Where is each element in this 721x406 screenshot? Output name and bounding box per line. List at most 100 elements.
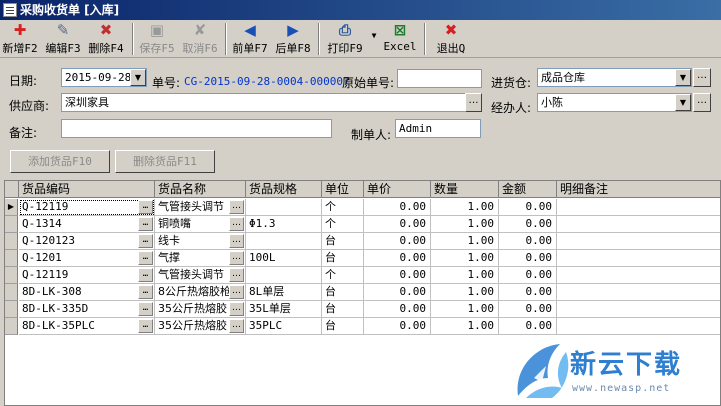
new-button[interactable]: ✚ 新增F2	[0, 21, 40, 57]
cell-qty[interactable]: 1.00	[431, 199, 499, 216]
cell-spec[interactable]	[246, 199, 322, 216]
cell-price[interactable]: 0.00	[364, 284, 431, 301]
cell-unit[interactable]: 个	[322, 267, 364, 284]
cell-spec[interactable]	[246, 267, 322, 284]
cell-note[interactable]	[557, 301, 720, 318]
cell-qty[interactable]: 1.00	[431, 301, 499, 318]
table-row[interactable]: Q-1314… 铜喷嘴… Φ1.3 个 0.00 1.00 0.00	[5, 216, 720, 233]
cell-name[interactable]: 35公斤热熔胶…	[155, 318, 246, 335]
cell-ellipsis-button[interactable]: …	[229, 251, 244, 265]
cell-amount[interactable]: 0.00	[499, 199, 557, 216]
cell-qty[interactable]: 1.00	[431, 284, 499, 301]
cell-spec[interactable]: 35L单层	[246, 301, 322, 318]
cell-note[interactable]	[557, 267, 720, 284]
cell-spec[interactable]: 35PLC	[246, 318, 322, 335]
header-unit[interactable]: 单位	[322, 181, 364, 198]
header-note[interactable]: 明细备注	[557, 181, 720, 198]
cell-name[interactable]: 8公斤热熔胶枪…	[155, 284, 246, 301]
cell-price[interactable]: 0.00	[364, 318, 431, 335]
remove-goods-button[interactable]: 删除货品F11	[115, 150, 215, 173]
warehouse-ellipsis-button[interactable]: …	[693, 68, 711, 87]
table-row[interactable]: Q-1201… 气撑… 100L 台 0.00 1.00 0.00	[5, 250, 720, 267]
row-indicator[interactable]	[5, 216, 18, 233]
warehouse-dropdown-button[interactable]: ▼	[675, 69, 691, 86]
cell-ellipsis-button[interactable]: …	[229, 302, 244, 316]
cell-amount[interactable]: 0.00	[499, 233, 557, 250]
cell-ellipsis-button[interactable]: …	[138, 200, 153, 214]
header-price[interactable]: 单价	[364, 181, 431, 198]
cell-code[interactable]: Q-1314…	[19, 216, 155, 233]
prev-doc-button[interactable]: ◀ 前单F7	[230, 21, 270, 57]
cell-unit[interactable]: 台	[322, 233, 364, 250]
cell-code[interactable]: Q-120123…	[19, 233, 155, 250]
cell-qty[interactable]: 1.00	[431, 216, 499, 233]
cell-spec[interactable]: Φ1.3	[246, 216, 322, 233]
cell-name[interactable]: 35公斤热熔胶…	[155, 301, 246, 318]
table-row[interactable]: 8D-LK-308… 8公斤热熔胶枪… 8L单层台 0.00 1.00 0.00	[5, 284, 720, 301]
cell-note[interactable]	[557, 199, 720, 216]
cell-amount[interactable]: 0.00	[499, 250, 557, 267]
exit-button[interactable]: ✖ 退出Q	[431, 21, 471, 57]
handler-select[interactable]: 小陈	[537, 93, 692, 112]
cell-note[interactable]	[557, 216, 720, 233]
cell-unit[interactable]: 台	[322, 250, 364, 267]
handler-dropdown-button[interactable]: ▼	[675, 94, 691, 111]
cell-ellipsis-button[interactable]: …	[229, 285, 244, 299]
cell-ellipsis-button[interactable]: …	[229, 217, 244, 231]
cell-code[interactable]: 8D-LK-335D…	[19, 301, 155, 318]
cell-price[interactable]: 0.00	[364, 250, 431, 267]
cell-unit[interactable]: 个	[322, 199, 364, 216]
cell-spec[interactable]: 100L	[246, 250, 322, 267]
cell-name[interactable]: 气管接头调节…	[155, 199, 246, 216]
table-row[interactable]: ▶ Q-12119… 气管接头调节… 个 0.00 1.00 0.00	[5, 199, 720, 216]
cell-code[interactable]: Q-1201…	[19, 250, 155, 267]
handler-ellipsis-button[interactable]: …	[693, 93, 711, 112]
cell-amount[interactable]: 0.00	[499, 301, 557, 318]
cell-unit[interactable]: 台	[322, 318, 364, 335]
next-doc-button[interactable]: ▶ 后单F8	[273, 21, 313, 57]
row-indicator[interactable]	[5, 301, 18, 318]
cell-name[interactable]: 气管接头调节…	[155, 267, 246, 284]
cell-qty[interactable]: 1.00	[431, 267, 499, 284]
cell-qty[interactable]: 1.00	[431, 250, 499, 267]
cell-ellipsis-button[interactable]: …	[138, 285, 153, 299]
cell-ellipsis-button[interactable]: …	[138, 217, 153, 231]
cell-ellipsis-button[interactable]: …	[229, 234, 244, 248]
print-dropdown-arrow[interactable]: ▼	[367, 21, 381, 57]
cell-unit[interactable]: 台	[322, 284, 364, 301]
save-button[interactable]: ▣ 保存F5	[137, 21, 177, 57]
excel-button[interactable]: ⊠ Excel	[381, 21, 419, 57]
cell-price[interactable]: 0.00	[364, 301, 431, 318]
edit-button[interactable]: ✎ 编辑F3	[42, 21, 84, 57]
orig-no-field[interactable]	[397, 69, 482, 88]
cell-spec[interactable]	[246, 233, 322, 250]
cell-ellipsis-button[interactable]: …	[138, 319, 153, 333]
cell-note[interactable]	[557, 318, 720, 335]
cell-price[interactable]: 0.00	[364, 199, 431, 216]
creator-field[interactable]: Admin	[395, 119, 481, 138]
table-row[interactable]: Q-12119… 气管接头调节… 个 0.00 1.00 0.00	[5, 267, 720, 284]
cell-price[interactable]: 0.00	[364, 233, 431, 250]
cell-note[interactable]	[557, 284, 720, 301]
cell-spec[interactable]: 8L单层	[246, 284, 322, 301]
cell-amount[interactable]: 0.00	[499, 284, 557, 301]
cell-name[interactable]: 铜喷嘴…	[155, 216, 246, 233]
header-amount[interactable]: 金额	[499, 181, 557, 198]
header-name[interactable]: 货品名称	[155, 181, 246, 198]
cancel-button[interactable]: ✘ 取消F6	[180, 21, 220, 57]
cell-qty[interactable]: 1.00	[431, 233, 499, 250]
add-goods-button[interactable]: 添加货品F10	[10, 150, 110, 173]
row-indicator[interactable]	[5, 250, 18, 267]
cell-unit[interactable]: 个	[322, 216, 364, 233]
header-qty[interactable]: 数量	[431, 181, 499, 198]
header-spec[interactable]: 货品规格	[246, 181, 322, 198]
cell-qty[interactable]: 1.00	[431, 318, 499, 335]
cell-ellipsis-button[interactable]: …	[138, 234, 153, 248]
cell-ellipsis-button[interactable]: …	[138, 251, 153, 265]
table-row[interactable]: Q-120123… 线卡… 台 0.00 1.00 0.00	[5, 233, 720, 250]
row-indicator[interactable]	[5, 318, 18, 335]
row-indicator[interactable]	[5, 233, 18, 250]
cell-code[interactable]: Q-12119…	[19, 267, 155, 284]
cell-note[interactable]	[557, 233, 720, 250]
cell-ellipsis-button[interactable]: …	[229, 319, 244, 333]
